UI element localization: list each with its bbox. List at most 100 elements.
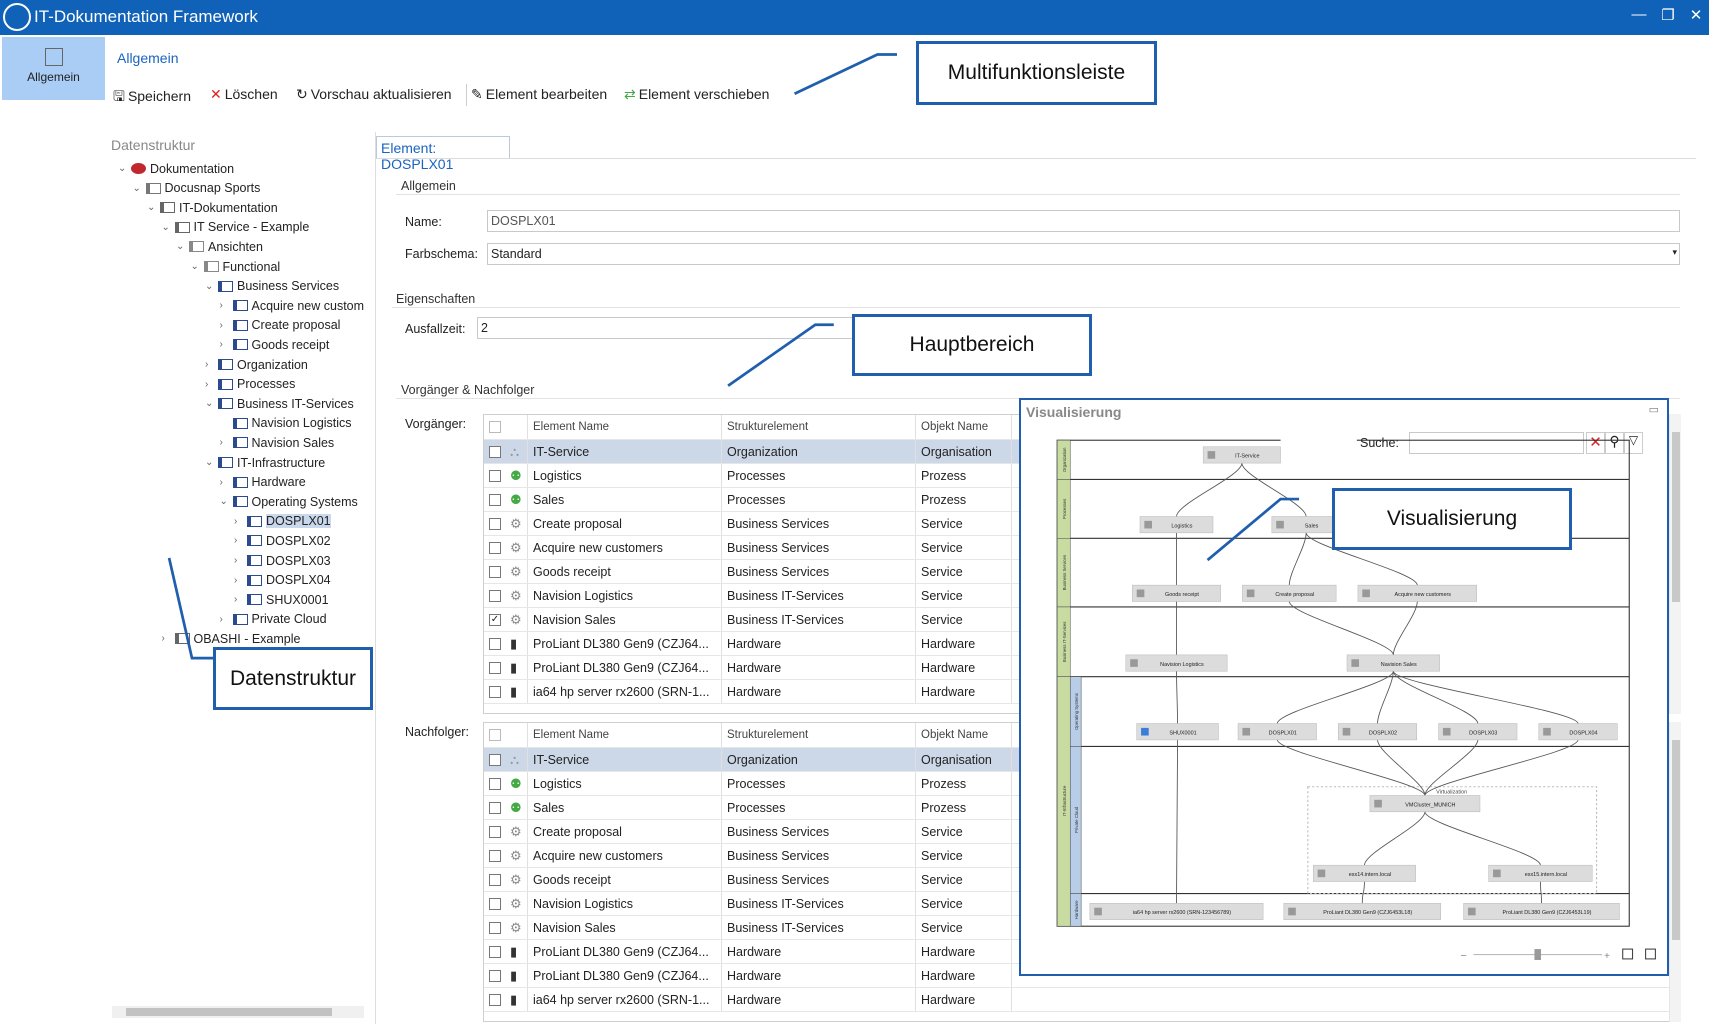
delete-button[interactable]: ✕ Löschen: [210, 86, 278, 103]
downtime-input[interactable]: 2: [477, 317, 857, 339]
chevron-right-icon[interactable]: ›: [234, 535, 247, 546]
row-select-cell[interactable]: ▮: [484, 656, 528, 679]
row-select-cell[interactable]: ✓ ⚙: [484, 608, 528, 631]
chevron-right-icon[interactable]: ›: [220, 614, 233, 625]
column-header[interactable]: Strukturelement: [722, 415, 916, 439]
row-checkbox[interactable]: [489, 825, 501, 838]
tree-item[interactable]: › DOSPLX01: [234, 512, 331, 531]
tree-item[interactable]: › Create proposal: [220, 316, 341, 335]
filter-icon[interactable]: ▽: [1624, 432, 1643, 454]
tree-item[interactable]: › Organization: [205, 355, 308, 374]
ribbon-tab-allgemein[interactable]: Allgemein: [117, 50, 178, 66]
table-row[interactable]: ▮ ia64 hp server rx2600 (SRN-1... Hardware…: [484, 988, 1670, 1012]
chevron-down-icon[interactable]: ⌄: [176, 241, 189, 252]
chevron-down-icon[interactable]: ⌄: [118, 163, 131, 174]
tree-item[interactable]: › Processes: [205, 375, 295, 394]
row-select-cell[interactable]: ⛬: [484, 748, 528, 771]
row-checkbox[interactable]: [489, 849, 501, 862]
row-select-cell[interactable]: ⚙: [484, 820, 528, 843]
maximize-panel-icon[interactable]: ▭: [1649, 403, 1659, 416]
row-checkbox[interactable]: [489, 685, 501, 698]
column-header[interactable]: Objekt Name: [916, 723, 1012, 747]
row-select-cell[interactable]: ▮: [484, 632, 528, 655]
chevron-down-icon[interactable]: ⌄: [133, 183, 146, 194]
row-checkbox[interactable]: [489, 637, 501, 650]
row-select-cell[interactable]: ⚉: [484, 772, 528, 795]
row-checkbox[interactable]: [489, 661, 501, 674]
chevron-right-icon[interactable]: ›: [234, 516, 247, 527]
chevron-right-icon[interactable]: ›: [220, 339, 233, 350]
row-checkbox[interactable]: [489, 565, 501, 578]
chevron-down-icon[interactable]: ⌄: [147, 202, 160, 213]
row-select-cell[interactable]: ⚙: [484, 868, 528, 891]
search-input[interactable]: [1409, 432, 1584, 454]
successors-scrollbar[interactable]: [1669, 722, 1681, 1022]
tree-item[interactable]: › DOSPLX04: [234, 571, 331, 590]
tree-item[interactable]: ⌄ IT-Dokumentation: [147, 198, 278, 217]
row-select-cell[interactable]: ⚙: [484, 916, 528, 939]
row-checkbox[interactable]: [489, 873, 501, 886]
chevron-down-icon[interactable]: ⌄: [205, 281, 218, 292]
chevron-right-icon[interactable]: ›: [234, 555, 247, 566]
element-tab[interactable]: Element: DOSPLX01: [376, 136, 510, 172]
refresh-preview-button[interactable]: ↻ Vorschau aktualisieren: [296, 86, 452, 103]
tree-item[interactable]: ⌄ Functional: [191, 257, 281, 276]
chevron-down-icon[interactable]: ⌄: [162, 222, 175, 233]
edit-element-button[interactable]: ✎ Element bearbeiten: [471, 86, 607, 103]
tree-item[interactable]: › Private Cloud: [220, 610, 327, 629]
tree-item[interactable]: ⌄ Docusnap Sports: [133, 179, 261, 198]
row-checkbox[interactable]: [489, 897, 501, 910]
row-select-cell[interactable]: ⚙: [484, 584, 528, 607]
tree-item[interactable]: › DOSPLX02: [234, 531, 331, 550]
chevron-right-icon[interactable]: ›: [234, 594, 247, 605]
column-header[interactable]: Strukturelement: [722, 723, 916, 747]
row-select-cell[interactable]: ⚙: [484, 892, 528, 915]
row-checkbox[interactable]: [489, 517, 501, 530]
tree-item[interactable]: › Goods receipt: [220, 335, 330, 354]
save-button[interactable]: 🖫 Speichern: [113, 86, 191, 110]
tree-item[interactable]: › SHUX0001: [234, 590, 329, 609]
chevron-right-icon[interactable]: ›: [220, 437, 233, 448]
predecessors-scrollbar[interactable]: [1669, 414, 1681, 714]
chevron-right-icon[interactable]: ›: [220, 320, 233, 331]
clear-search-icon[interactable]: ✕: [1586, 432, 1605, 454]
tree-item[interactable]: › OBASHI - Example: [162, 629, 301, 648]
chevron-down-icon[interactable]: ⌄: [205, 457, 218, 468]
move-element-button[interactable]: ⇄ Element verschieben: [624, 86, 769, 103]
color-scheme-select[interactable]: Standard ▾: [487, 243, 1680, 265]
row-checkbox[interactable]: [489, 777, 501, 790]
minimize-button[interactable]: —: [1628, 6, 1650, 23]
tree-item[interactable]: › DOSPLX03: [234, 551, 331, 570]
name-input[interactable]: DOSPLX01: [487, 210, 1680, 232]
row-checkbox[interactable]: [489, 921, 501, 934]
row-checkbox[interactable]: [489, 993, 501, 1006]
close-button[interactable]: ✕: [1685, 6, 1707, 24]
row-select-cell[interactable]: ⚙: [484, 560, 528, 583]
column-header[interactable]: Element Name: [528, 723, 722, 747]
row-checkbox[interactable]: [489, 753, 501, 766]
row-checkbox[interactable]: [489, 445, 501, 458]
tree-item[interactable]: ⌄ Ansichten: [176, 237, 263, 256]
row-checkbox[interactable]: [489, 541, 501, 554]
select-all-cell[interactable]: [484, 723, 528, 747]
scrollbar-thumb[interactable]: [126, 1008, 332, 1016]
column-header[interactable]: Objekt Name: [916, 415, 1012, 439]
row-select-cell[interactable]: ⚙: [484, 512, 528, 535]
tree-item[interactable]: ⌄ Business Services: [205, 277, 339, 296]
row-checkbox[interactable]: [489, 945, 501, 958]
row-select-cell[interactable]: ⚙: [484, 844, 528, 867]
tree-item[interactable]: ⌄ Dokumentation: [118, 159, 234, 178]
row-checkbox[interactable]: [489, 589, 501, 602]
nav-allgemein[interactable]: Allgemein: [2, 37, 105, 100]
row-checkbox[interactable]: [489, 969, 501, 982]
scrollbar-thumb[interactable]: [1672, 432, 1680, 602]
column-header[interactable]: Element Name: [528, 415, 722, 439]
row-checkbox[interactable]: [489, 493, 501, 506]
select-all-checkbox[interactable]: [489, 729, 501, 741]
tree-horizontal-scrollbar[interactable]: [112, 1006, 364, 1018]
chevron-down-icon[interactable]: ⌄: [191, 261, 204, 272]
row-select-cell[interactable]: ⛬: [484, 440, 528, 463]
select-all-checkbox[interactable]: [489, 421, 501, 433]
tree-item[interactable]: ⌄ Business IT-Services: [205, 394, 354, 413]
search-icon[interactable]: ⚲: [1605, 432, 1624, 454]
